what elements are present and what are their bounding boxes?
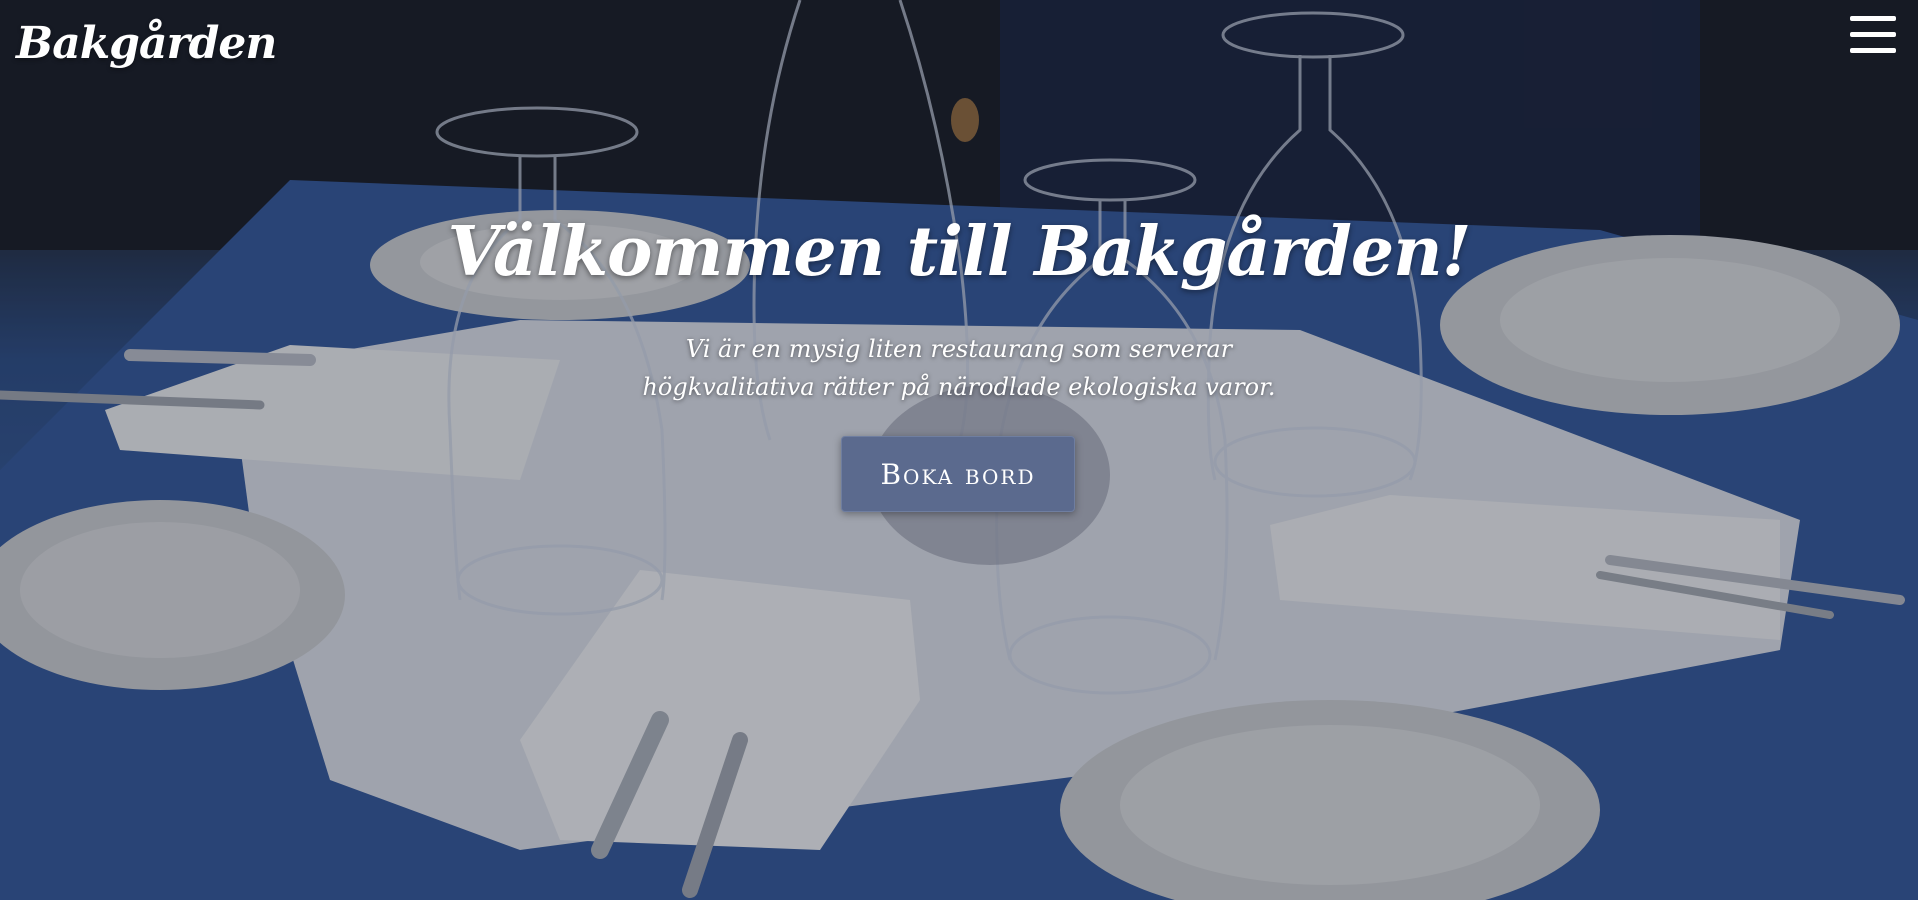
hero-title: Välkommen till Bakgården!	[447, 212, 1472, 292]
menu-bar	[1850, 16, 1896, 21]
menu-bar	[1850, 48, 1896, 53]
hamburger-menu-icon[interactable]	[1850, 16, 1896, 58]
tagline-line-1: Vi är en mysig liten restaurang som serv…	[685, 335, 1233, 363]
tagline-line-2: högkvalitativa rätter på närodlade ekolo…	[642, 373, 1276, 401]
hero-tagline: Vi är en mysig liten restaurang som serv…	[559, 330, 1359, 406]
site-logo[interactable]: Bakgården	[16, 18, 277, 69]
menu-bar	[1850, 32, 1896, 37]
book-table-button[interactable]: Boka bord	[841, 436, 1075, 512]
